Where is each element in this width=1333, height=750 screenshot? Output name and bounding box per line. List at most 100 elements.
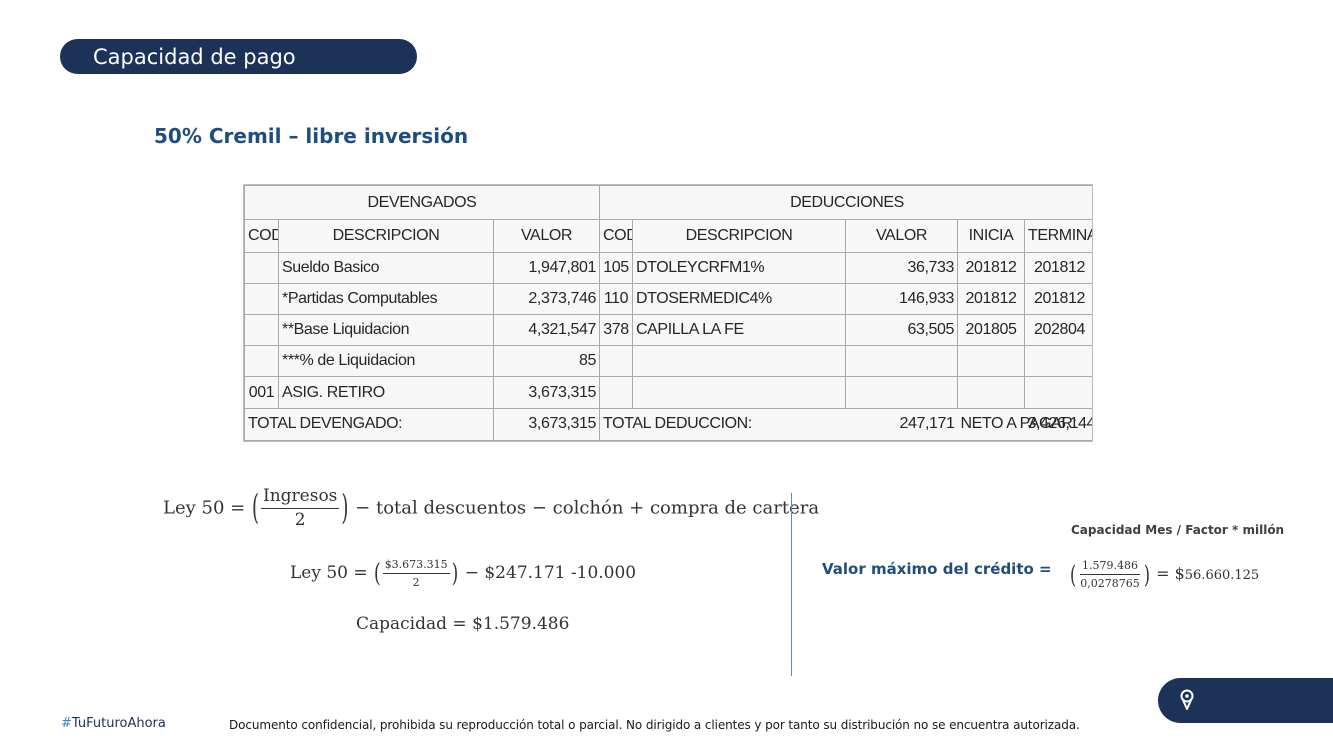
payslip-group-header-row: DEVENGADOS DEDUCCIONES xyxy=(244,185,1092,221)
payslip-table-image: DEVENGADOS DEDUCCIONES COD DESCRIPCION V… xyxy=(243,184,1093,442)
dev-cod-cell xyxy=(244,282,279,315)
dev-valor-cell: 3,673,315 xyxy=(493,376,600,409)
formula-rest: − total descuentos − colchón + compra de… xyxy=(355,497,820,519)
formula-rest: − $247.171 -10.000 xyxy=(464,563,637,583)
close-paren: ) xyxy=(341,488,349,529)
neto-value: 3,426,144 xyxy=(1024,407,1092,441)
formula-lhs: Ley 50 = xyxy=(290,563,368,583)
table-row: Sueldo Basico 1,947,801 105 DTOLEYCRFM1%… xyxy=(244,251,1092,284)
valor-maximo-label: Valor máximo del crédito = xyxy=(822,560,1052,578)
formula-ley50-values: Ley 50 = ($3.673.315 2) − $247.171 -10.00… xyxy=(290,556,636,591)
ded-cod-cell xyxy=(599,345,633,378)
dev-desc-cell: ASIG. RETIRO xyxy=(278,376,494,409)
dev-valor-cell: 2,373,746 xyxy=(493,282,600,315)
footer-brand-bar xyxy=(1158,678,1333,723)
ded-cod-cell: 110 xyxy=(599,282,633,315)
fraction: 1.579.486 0,0278765 xyxy=(1078,557,1142,592)
inicia-cell: 201805 xyxy=(957,313,1025,347)
col-descripcion: DESCRIPCION xyxy=(278,219,494,253)
col-descripcion: DESCRIPCION xyxy=(632,219,846,253)
total-deduccion-label: TOTAL DEDUCCION: xyxy=(599,407,846,441)
ded-valor-cell: 146,933 xyxy=(845,282,958,315)
ded-desc-cell: DTOSERMEDIC4% xyxy=(632,282,846,315)
dev-desc-cell: Sueldo Basico xyxy=(278,251,494,284)
formula-capacidad: Capacidad = $1.579.486 xyxy=(356,614,570,634)
formula-valor-maximo: (1.579.486 0,0278765) = $56.660.125 xyxy=(1069,557,1259,592)
close-paren: ) xyxy=(1143,560,1150,589)
ded-desc-cell xyxy=(632,345,846,378)
section-subtitle: 50% Cremil – libre inversión xyxy=(154,124,469,148)
vertical-divider xyxy=(791,493,792,676)
open-paren: ( xyxy=(1070,560,1077,589)
dev-desc-cell: **Base Liquidacion xyxy=(278,313,494,347)
hashtag-text: TuFuturoAhora xyxy=(71,716,166,731)
table-row: **Base Liquidacion 4,321,547 378 CAPILLA… xyxy=(244,313,1092,347)
dev-desc-cell: *Partidas Computables xyxy=(278,282,494,315)
inicia-cell xyxy=(957,345,1025,378)
inicia-cell xyxy=(957,376,1025,409)
total-deduccion-value: 247,171 xyxy=(845,407,958,441)
fraction: $3.673.315 2 xyxy=(382,556,450,591)
col-cod: COD xyxy=(244,219,279,253)
ded-valor-cell: 63,505 xyxy=(845,313,958,347)
fraction-denominator: 2 xyxy=(412,576,420,589)
fraction: Ingresos 2 xyxy=(260,485,340,532)
close-paren: ) xyxy=(451,558,459,589)
page-title: Capacidad de pago xyxy=(60,39,417,74)
ded-cod-cell: 378 xyxy=(599,313,633,347)
devengados-header: DEVENGADOS xyxy=(244,185,600,221)
total-devengado-label: TOTAL DEVENGADO: xyxy=(244,407,494,441)
table-row: *Partidas Computables 2,373,746 110 DTOS… xyxy=(244,282,1092,315)
dev-valor-cell: 85 xyxy=(493,345,600,378)
table-row: ***% de Liquidacion 85 xyxy=(244,345,1092,378)
col-cod: COD xyxy=(599,219,633,253)
dev-desc-cell: ***% de Liquidacion xyxy=(278,345,494,378)
ded-valor-cell xyxy=(845,376,958,409)
location-pin-icon xyxy=(1180,689,1194,710)
dev-cod-cell xyxy=(244,251,279,284)
ded-desc-cell: DTOLEYCRFM1% xyxy=(632,251,846,284)
formula-lhs: Ley 50 = xyxy=(163,497,246,519)
col-inicia: INICIA xyxy=(957,219,1025,253)
dev-cod-cell xyxy=(244,345,279,378)
deducciones-header: DEDUCCIONES xyxy=(598,185,1092,221)
termina-cell xyxy=(1023,376,1092,409)
inicia-cell: 201812 xyxy=(957,282,1025,315)
ded-desc-cell: CAPILLA LA FE xyxy=(632,313,846,347)
total-devengado-value: 3,673,315 xyxy=(493,407,600,441)
table-row: 001 ASIG. RETIRO 3,673,315 xyxy=(244,376,1092,409)
formula-ley50-general: Ley 50 = (Ingresos 2) − total descuentos … xyxy=(163,485,819,532)
ded-valor-cell xyxy=(845,345,958,378)
fraction-denominator: 2 xyxy=(294,510,306,530)
fraction-numerator: Ingresos xyxy=(260,485,340,509)
credit-result: 56.660.125 xyxy=(1184,568,1260,583)
totals-row: TOTAL DEVENGADO: 3,673,315 TOTAL DEDUCCI… xyxy=(244,407,1092,441)
ded-cod-cell: 105 xyxy=(599,251,633,284)
ded-valor-cell: 36,733 xyxy=(845,251,958,284)
fraction-numerator: 1.579.486 xyxy=(1080,557,1140,575)
capacidad-factor-note: Capacidad Mes / Factor * millón xyxy=(1071,523,1285,537)
col-valor: VALOR xyxy=(845,219,958,253)
termina-cell: 201812 xyxy=(1023,282,1092,315)
open-paren: ( xyxy=(374,558,381,589)
termina-cell: 202804 xyxy=(1023,313,1092,347)
hash-symbol: # xyxy=(61,716,72,731)
open-paren: ( xyxy=(251,488,259,529)
dev-valor-cell: 1,947,801 xyxy=(493,251,600,284)
dev-valor-cell: 4,321,547 xyxy=(493,313,600,347)
neto-label: NETO A PAGAR: xyxy=(957,407,1077,441)
fraction-denominator: 0,0278765 xyxy=(1080,577,1140,590)
equals-sign: = $ xyxy=(1156,564,1185,583)
inicia-cell: 201812 xyxy=(957,251,1025,284)
payslip-column-header-row: COD DESCRIPCION VALOR COD DESCRIPCION VA… xyxy=(244,219,1092,253)
fraction-numerator: $3.673.315 xyxy=(382,556,450,574)
ded-desc-cell xyxy=(632,376,846,409)
footer-hashtag: #TuFuturoAhora xyxy=(61,716,166,731)
dev-cod-cell: 001 xyxy=(244,376,279,409)
termina-cell xyxy=(1023,345,1092,378)
ded-cod-cell xyxy=(599,376,633,409)
dev-cod-cell xyxy=(244,313,279,347)
footer-disclaimer: Documento confidencial, prohibida su rep… xyxy=(229,718,1080,732)
col-termina: TERMINA xyxy=(1023,219,1092,253)
col-valor: VALOR xyxy=(493,219,600,253)
